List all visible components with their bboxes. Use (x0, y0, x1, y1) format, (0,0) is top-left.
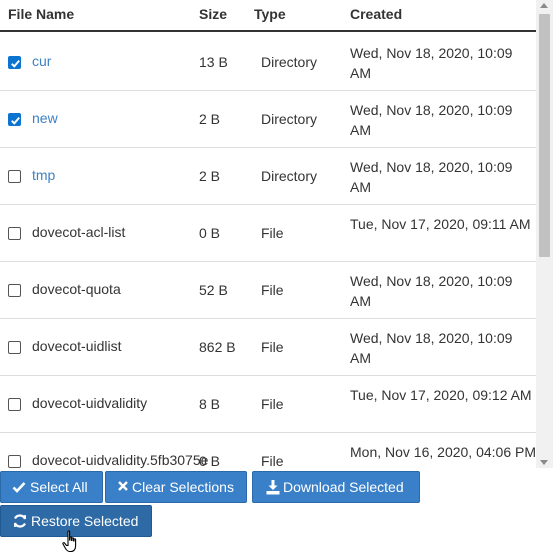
download-selected-label: Download Selected (283, 479, 404, 495)
file-size: 862 B (199, 339, 236, 355)
directory-link[interactable]: tmp (32, 167, 55, 183)
row-checkbox[interactable] (8, 170, 21, 183)
file-name: dovecot-acl-list (32, 224, 126, 240)
column-header-size[interactable]: Size (199, 6, 227, 22)
file-size: 52 B (199, 282, 228, 298)
table-row[interactable]: dovecot-uidvalidity.5fb3075e 0 B File Mon, … (0, 433, 536, 468)
file-type: File (261, 339, 284, 355)
file-name: dovecot-uidlist (32, 338, 122, 354)
table-row[interactable]: dovecot-quota 52 B File Wed, Nov 18, 2020, … (0, 262, 536, 319)
table-row[interactable]: tmp 2 B Directory Wed, Nov 18, 2020, 10:09 … (0, 148, 536, 205)
file-type: Directory (261, 54, 318, 70)
row-checkbox[interactable] (8, 341, 21, 354)
table-row[interactable]: cur 13 B Directory Wed, Nov 18, 2020, 10:09… (0, 34, 536, 91)
created-date: Wed, Nov 18, 2020, 10:09 AM (350, 102, 513, 138)
scrollbar-thumb[interactable] (539, 14, 550, 257)
table-row[interactable]: new 2 B Directory Wed, Nov 18, 2020, 10:09 … (0, 91, 536, 148)
clear-selections-button[interactable]: Clear Selections (105, 471, 247, 503)
file-size: 2 B (199, 168, 221, 184)
column-header-file-name[interactable]: File Name (8, 6, 74, 22)
file-name: dovecot-uidvalidity (32, 395, 148, 411)
restore-selected-label: Restore Selected (31, 513, 139, 529)
refresh-icon (12, 506, 28, 546)
hand-pointer-cursor-icon (62, 530, 82, 557)
created-date: Wed, Nov 18, 2020, 10:09 AM (350, 273, 513, 309)
table-row[interactable]: dovecot-acl-list 0 B File Tue, Nov 17, 2020… (0, 205, 536, 262)
file-size: 13 B (199, 54, 228, 70)
created-date: Mon, Nov 16, 2020, 04:06 PM (350, 444, 536, 460)
row-checkbox[interactable] (8, 284, 21, 297)
file-table: File Name Size Type Created cur 13 B Direc… (0, 0, 536, 468)
select-all-label: Select All (30, 479, 88, 495)
vertical-scrollbar[interactable] (536, 0, 553, 468)
created-date: Wed, Nov 18, 2020, 10:09 AM (350, 159, 513, 195)
directory-link[interactable]: cur (32, 53, 51, 69)
file-type: Directory (261, 168, 318, 184)
file-type: File (261, 453, 284, 468)
file-size: 8 B (199, 396, 221, 412)
scroll-up-arrow-icon[interactable] (540, 3, 548, 8)
table-row[interactable]: dovecot-uidlist 862 B File Wed, Nov 18, 202… (0, 319, 536, 376)
select-all-button[interactable]: Select All (0, 471, 103, 503)
column-header-created[interactable]: Created (350, 6, 402, 22)
row-checkbox[interactable] (8, 113, 21, 126)
row-checkbox[interactable] (8, 56, 21, 69)
row-checkbox[interactable] (8, 398, 21, 411)
file-type: File (261, 396, 284, 412)
column-header-type[interactable]: Type (254, 6, 286, 22)
file-type: Directory (261, 111, 318, 127)
download-icon (265, 472, 281, 512)
download-selected-button[interactable]: Download Selected (252, 471, 420, 503)
scroll-down-arrow-icon[interactable] (540, 460, 548, 465)
file-size: 2 B (199, 111, 221, 127)
created-date: Tue, Nov 17, 2020, 09:11 AM (350, 216, 531, 232)
file-name: dovecot-quota (32, 281, 121, 297)
directory-link[interactable]: new (32, 110, 58, 126)
file-size: 0 B (199, 225, 221, 241)
created-date: Tue, Nov 17, 2020, 09:12 AM (350, 387, 532, 403)
file-type: File (261, 282, 284, 298)
row-checkbox[interactable] (8, 455, 21, 468)
created-date: Wed, Nov 18, 2020, 10:09 AM (350, 330, 513, 366)
row-checkbox[interactable] (8, 227, 21, 240)
created-date: Wed, Nov 18, 2020, 10:09 AM (350, 45, 513, 81)
file-name: dovecot-uidvalidity.5fb3075e (32, 452, 209, 468)
table-header: File Name Size Type Created (0, 0, 536, 32)
file-size: 0 B (199, 453, 221, 468)
clear-selections-label: Clear Selections (132, 479, 234, 495)
table-row[interactable]: dovecot-uidvalidity 8 B File Tue, Nov 17, 2… (0, 376, 536, 433)
file-type: File (261, 225, 284, 241)
